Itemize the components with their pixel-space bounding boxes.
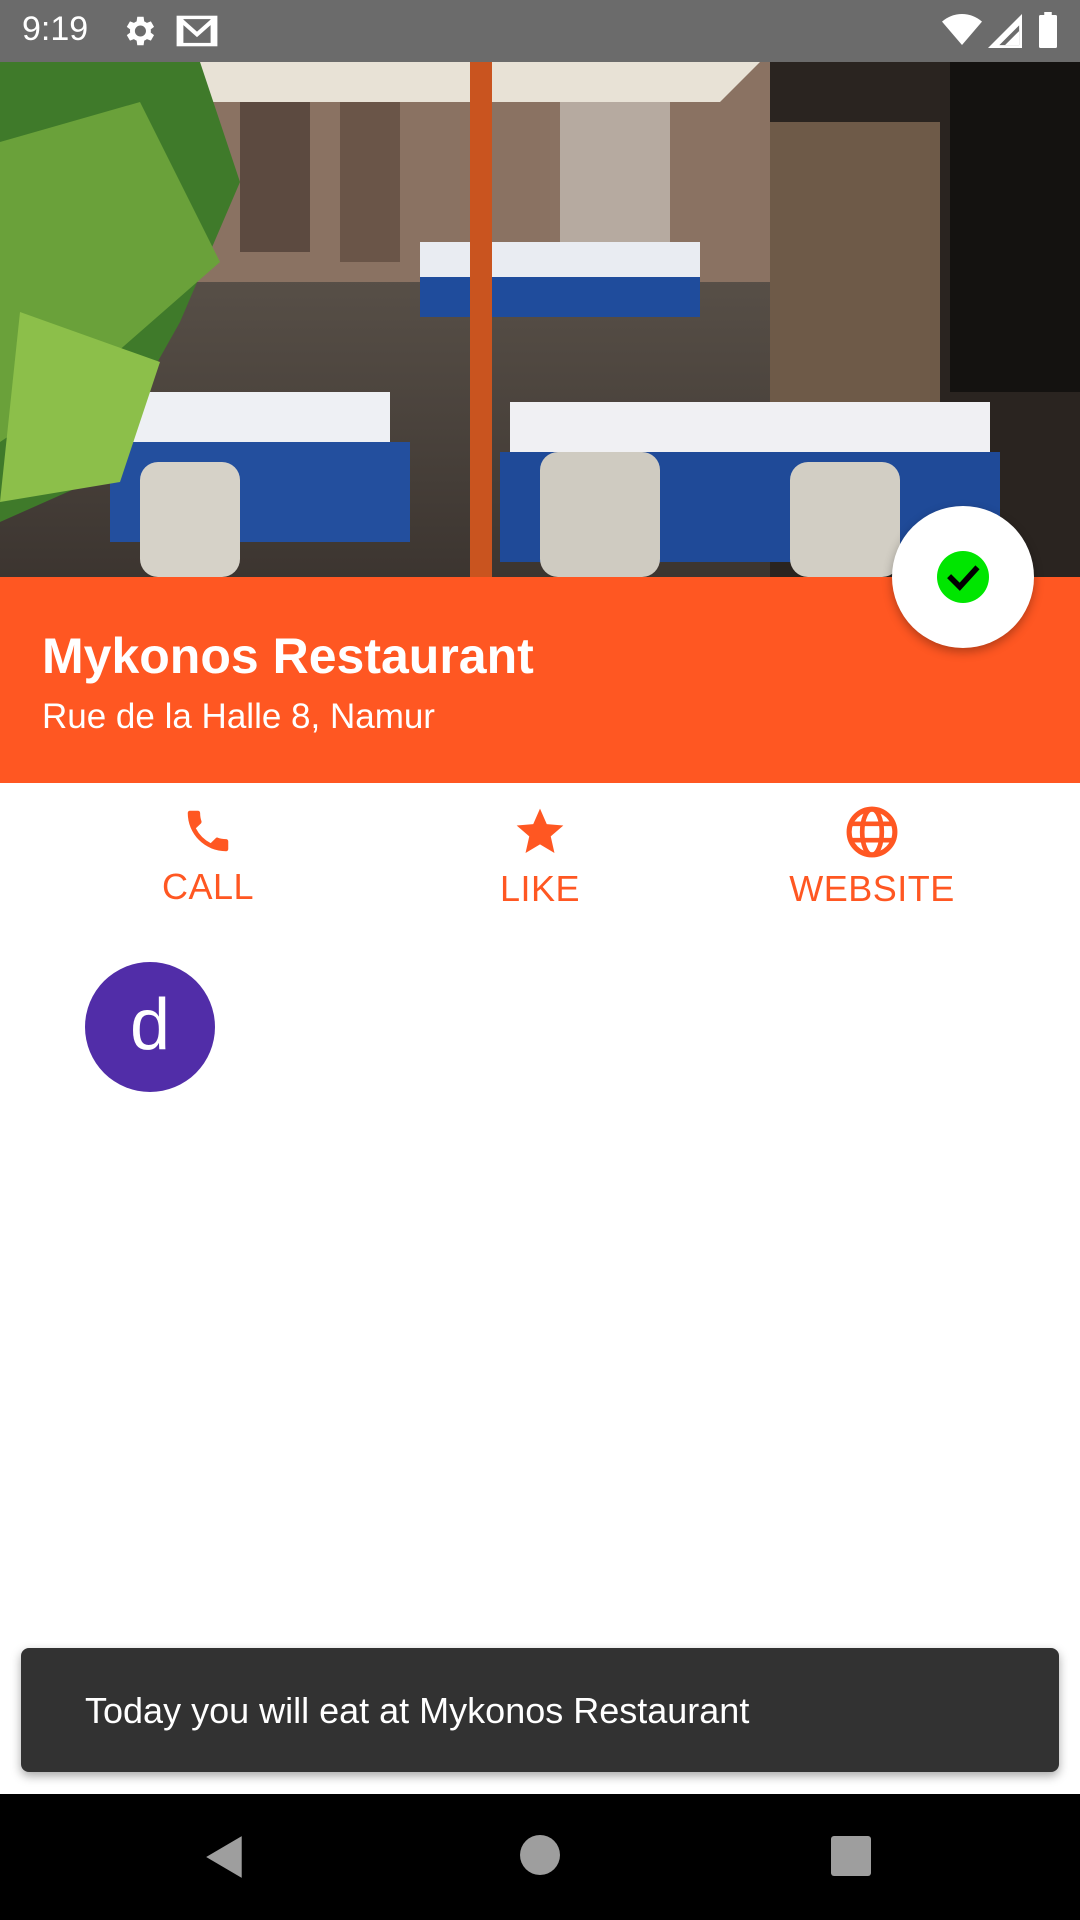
gmail-icon — [176, 15, 218, 47]
check-circle-icon — [937, 551, 989, 603]
globe-icon — [846, 806, 898, 858]
status-bar: 9:19 — [0, 0, 1080, 62]
like-label: LIKE — [499, 868, 581, 909]
signal-icon — [988, 14, 1022, 48]
website-button[interactable]: WEBSITE — [742, 804, 1002, 924]
restaurant-photo — [0, 62, 1080, 577]
wifi-icon — [942, 14, 982, 45]
status-time: 9:19 — [22, 10, 89, 48]
avatar: d — [85, 962, 215, 1092]
navigation-bar — [0, 1794, 1080, 1920]
call-button[interactable]: CALL — [78, 804, 338, 924]
back-icon[interactable] — [204, 1834, 246, 1880]
snackbar: Today you will eat at Mykonos Restaurant — [21, 1648, 1059, 1772]
call-label: CALL — [161, 866, 255, 907]
phone-icon — [187, 810, 229, 852]
battery-icon — [1039, 12, 1057, 48]
restaurant-name: Mykonos Restaurant — [42, 628, 534, 684]
like-button[interactable]: LIKE — [410, 804, 670, 924]
gear-icon — [126, 16, 155, 46]
star-icon — [516, 808, 564, 853]
home-icon[interactable] — [520, 1835, 560, 1875]
website-label: WEBSITE — [789, 868, 955, 909]
recents-icon[interactable] — [831, 1836, 871, 1876]
snackbar-message: Today you will eat at Mykonos Restaurant — [85, 1690, 750, 1731]
select-restaurant-fab[interactable] — [892, 506, 1034, 648]
restaurant-address: Rue de la Halle 8, Namur — [42, 697, 435, 736]
